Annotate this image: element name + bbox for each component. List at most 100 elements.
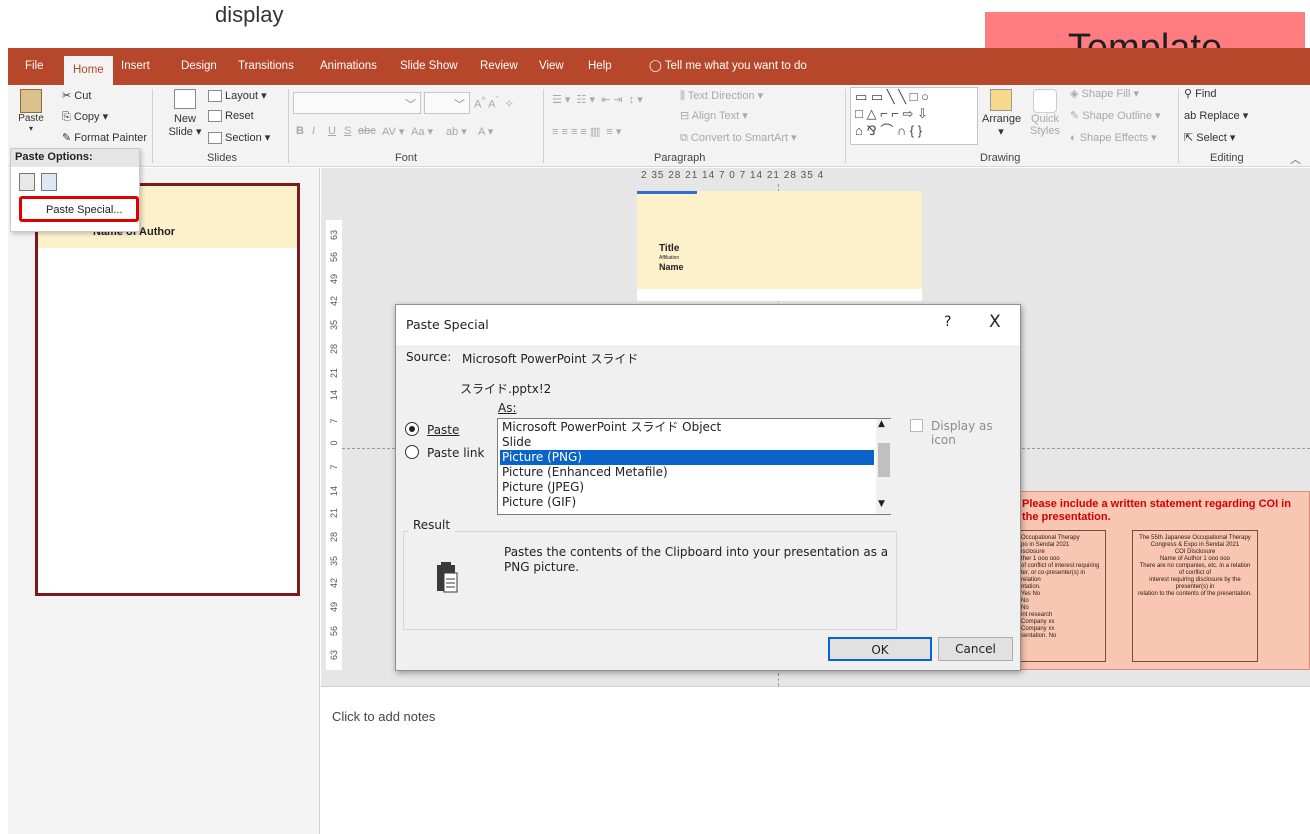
shadow-button[interactable]: S xyxy=(344,125,351,137)
font-size-combo[interactable]: ﹀ xyxy=(424,92,470,114)
paste-special-menu-item[interactable]: Paste Special... xyxy=(19,196,139,222)
paste-link-radio-label[interactable]: Paste link xyxy=(427,446,484,460)
underline-button[interactable]: U xyxy=(328,125,336,137)
tab-design[interactable]: Design xyxy=(172,48,226,85)
font-name-combo[interactable]: ﹀ xyxy=(293,92,421,114)
ruler-tick: 49 xyxy=(329,274,339,285)
coi-template-box: Please include a written statement regar… xyxy=(1011,491,1310,670)
paste-options-menu: Paste Options: Paste Special... xyxy=(10,148,140,232)
replace-button[interactable]: ab Replace ▾ xyxy=(1184,109,1248,122)
paste-radio-label[interactable]: Paste xyxy=(427,423,459,437)
tab-help[interactable]: Help xyxy=(579,48,621,85)
paste-as-listbox[interactable]: Microsoft PowerPoint スライド Object Slide P… xyxy=(497,418,891,515)
search-icon: ⚲ xyxy=(1184,88,1193,100)
close-icon[interactable]: X xyxy=(989,312,1001,332)
cut-label: Cut xyxy=(74,90,92,102)
font-color-button[interactable]: A ▾ xyxy=(478,125,493,138)
section-label: Section xyxy=(225,132,262,144)
as-label: As: xyxy=(498,401,517,415)
tab-review[interactable]: Review xyxy=(471,48,527,85)
notes-pane[interactable]: Click to add notes xyxy=(321,686,1310,834)
copy-button[interactable]: ⎘ Copy ▾ xyxy=(62,110,108,124)
list-item[interactable]: Picture (JPEG) xyxy=(500,480,874,495)
slides-group-label: Slides xyxy=(207,152,237,164)
chevron-down-icon[interactable]: ▼ xyxy=(878,499,885,509)
reset-icon xyxy=(208,110,222,123)
select-button[interactable]: ⇱ Select ▾ xyxy=(1184,131,1235,144)
char-spacing-button[interactable]: AV ▾ xyxy=(382,125,404,138)
bold-button[interactable]: B xyxy=(296,125,304,137)
list-item[interactable]: Picture (Enhanced Metafile) xyxy=(500,465,874,480)
convert-smartart-button[interactable]: ⧉ Convert to SmartArt ▾ xyxy=(680,131,797,145)
slide-canvas[interactable]: Title Affiliation Name xyxy=(637,191,922,301)
strikethrough-button[interactable]: abc xyxy=(358,125,376,137)
top-caption: display xyxy=(215,2,284,27)
shape-effects-button[interactable]: ◐ Shape Effects ▾ xyxy=(1070,131,1157,144)
paste-embed-icon[interactable] xyxy=(19,173,35,191)
grow-font-button[interactable]: A^ Aˇ ✧ xyxy=(474,95,514,111)
source-file: スライド.pptx!2 xyxy=(460,382,552,396)
arrange-button[interactable]: Arrange ▾ xyxy=(982,89,1021,138)
shape-outline-button[interactable]: ✎ Shape Outline ▾ xyxy=(1070,109,1161,122)
align-text-button[interactable]: ⊟ Align Text ▾ xyxy=(680,109,748,122)
ruler-tick: 7 xyxy=(329,418,339,424)
section-button[interactable]: Section ▾ xyxy=(208,131,270,145)
bullets-button[interactable]: ☰ ▾ ☷ ▾ ⇤ ⇥ ↕ ▾ xyxy=(552,93,643,106)
slide-header-band xyxy=(637,191,922,289)
paste-picture-icon[interactable] xyxy=(41,173,57,191)
source-value: Microsoft PowerPoint スライド xyxy=(462,352,639,366)
section-icon xyxy=(208,132,222,145)
dialog-title: Paste Special xyxy=(406,317,489,332)
shape-fill-button[interactable]: ◈ Shape Fill ▾ xyxy=(1070,87,1139,100)
italic-button[interactable]: I xyxy=(312,125,315,137)
help-button[interactable]: ? xyxy=(944,314,951,330)
new-slide-button[interactable]: New Slide ▾ xyxy=(168,89,202,138)
tab-animations[interactable]: Animations xyxy=(311,48,386,85)
scrollbar-thumb[interactable] xyxy=(878,443,890,477)
reset-button[interactable]: Reset xyxy=(208,110,254,123)
list-item-selected[interactable]: Picture (PNG) xyxy=(500,450,874,465)
tab-view[interactable]: View xyxy=(530,48,573,85)
paste-button[interactable]: Paste ▾ xyxy=(16,89,46,133)
cut-button[interactable]: ✂ Cut xyxy=(62,89,91,102)
ruler-tick: 21 xyxy=(329,508,339,519)
coi-note: Please include a written statement regar… xyxy=(1022,498,1291,523)
listbox-scrollbar[interactable]: ▲ ▼ xyxy=(876,419,891,514)
ruler-tick: 56 xyxy=(329,626,339,637)
new-slide-label-2: Slide ▾ xyxy=(168,126,202,138)
align-buttons[interactable]: ≡ ≡ ≡ ≡ ▥ ≡ ▾ xyxy=(552,125,621,138)
shapes-gallery[interactable]: ▭ ▭ ╲ ╲ □ ○ □ △ ⌐ ⌐ ⇨ ⇩ ⌂ ⅋ ⌒ ∩ { } xyxy=(850,87,978,145)
tab-home[interactable]: Home xyxy=(64,56,113,85)
list-item[interactable]: Picture (GIF) xyxy=(500,495,874,510)
text-direction-button[interactable]: ⫼ Text Direction ▾ xyxy=(680,89,763,103)
display-as-icon-checkbox[interactable] xyxy=(910,419,923,432)
tab-transitions[interactable]: Transitions xyxy=(229,48,303,85)
tab-file[interactable]: File xyxy=(16,48,53,85)
tell-me-box[interactable]: ◯ Tell me what you want to do xyxy=(640,48,816,85)
quick-styles-button[interactable]: Quick Styles xyxy=(1026,89,1064,137)
ruler-tick: 14 xyxy=(329,390,339,401)
paste-link-radio[interactable] xyxy=(405,445,419,459)
slide-title: Title xyxy=(659,243,680,254)
shape-outline-label: Shape Outline xyxy=(1082,110,1152,122)
layout-button[interactable]: Layout ▾ xyxy=(208,89,267,103)
replace-label: Replace xyxy=(1199,110,1240,122)
list-item[interactable]: Microsoft PowerPoint スライド Object xyxy=(500,420,874,435)
cancel-button[interactable]: Cancel xyxy=(938,637,1013,661)
ruler-tick: 63 xyxy=(329,230,339,241)
arrange-icon xyxy=(990,89,1012,111)
paste-radio[interactable] xyxy=(405,422,419,436)
find-button[interactable]: ⚲ Find xyxy=(1184,87,1217,100)
tab-insert[interactable]: Insert xyxy=(112,48,159,85)
tab-slide-show[interactable]: Slide Show xyxy=(391,48,467,85)
collapse-ribbon-icon[interactable]: ︿ xyxy=(1290,151,1301,167)
highlight-button[interactable]: ab ▾ xyxy=(446,125,467,138)
source-label: Source: xyxy=(406,350,452,364)
change-case-button[interactable]: Aa ▾ xyxy=(411,125,433,138)
format-painter-button[interactable]: ✎ Format Painter xyxy=(62,131,147,144)
quick-styles-icon xyxy=(1033,89,1057,113)
slide-thumbnail[interactable]: Name of Author xyxy=(35,183,300,596)
chevron-up-icon[interactable]: ▲ xyxy=(878,419,885,429)
list-item[interactable]: Slide xyxy=(500,435,874,450)
ok-button[interactable]: OK xyxy=(828,637,932,661)
